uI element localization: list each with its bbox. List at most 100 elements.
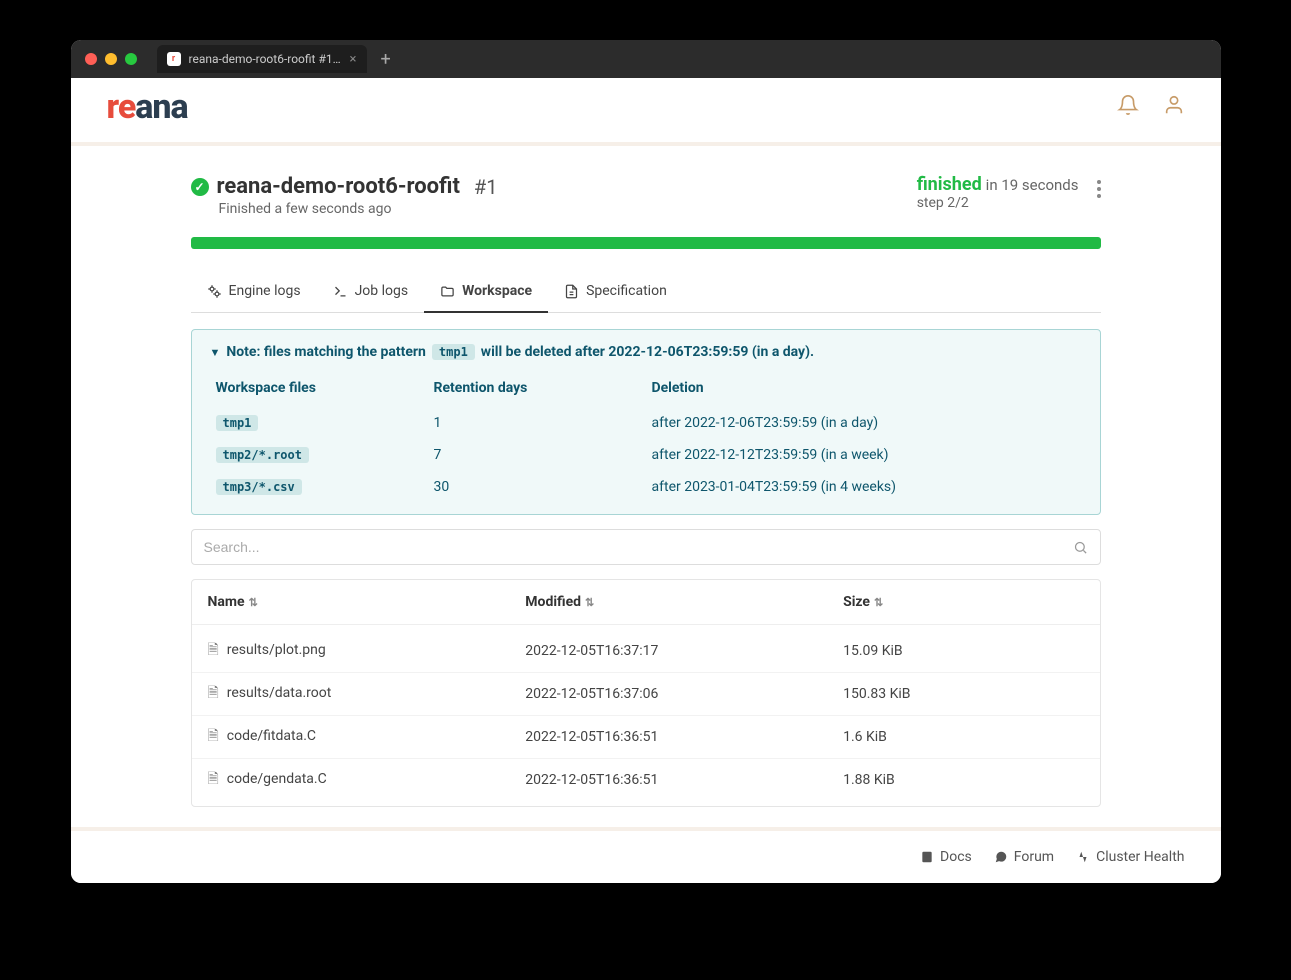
retention-table: Workspace files Retention days Deletion … bbox=[210, 372, 1082, 504]
tab-engine-logs-label: Engine logs bbox=[229, 283, 301, 299]
app-header: reana bbox=[71, 78, 1221, 146]
files-col-modified[interactable]: Modified⇅ bbox=[509, 580, 827, 625]
file-icon: 🗎 bbox=[208, 685, 219, 701]
footer-health-link[interactable]: Cluster Health bbox=[1076, 849, 1184, 865]
file-name: code/fitdata.C bbox=[227, 728, 316, 744]
tab-workspace[interactable]: Workspace bbox=[424, 273, 548, 313]
workflow-name: reana-demo-root6-roofit bbox=[217, 174, 460, 199]
tab-job-logs[interactable]: Job logs bbox=[317, 273, 425, 313]
window-close-button[interactable] bbox=[85, 53, 97, 65]
file-name: results/plot.png bbox=[227, 642, 326, 658]
files-col-name[interactable]: Name⇅ bbox=[192, 580, 510, 625]
docs-icon bbox=[920, 850, 934, 864]
new-tab-button[interactable]: + bbox=[371, 49, 401, 70]
retention-deletion: after 2022-12-12T23:59:59 (in a week) bbox=[648, 440, 1080, 470]
traffic-lights bbox=[85, 53, 137, 65]
file-modified: 2022-12-05T16:36:51 bbox=[509, 716, 827, 759]
file-size: 1.6 KiB bbox=[827, 716, 1099, 759]
window-zoom-button[interactable] bbox=[125, 53, 137, 65]
caret-down-icon: ▼ bbox=[210, 346, 221, 359]
status-step: step 2/2 bbox=[917, 195, 1079, 211]
retention-deletion: after 2023-01-04T23:59:59 (in 4 weeks) bbox=[648, 472, 1080, 502]
file-modified: 2022-12-05T16:37:17 bbox=[509, 625, 827, 673]
file-row[interactable]: 🗎 results/data.root 2022-12-05T16:37:06 1… bbox=[192, 673, 1100, 716]
forum-icon bbox=[994, 850, 1008, 864]
pattern-pill: tmp1 bbox=[216, 415, 259, 431]
file-icon: 🗎 bbox=[208, 642, 219, 658]
heartbeat-icon bbox=[1076, 850, 1090, 864]
file-icon: 🗎 bbox=[208, 728, 219, 744]
bell-icon[interactable] bbox=[1117, 94, 1139, 120]
retention-col-deletion: Deletion bbox=[648, 374, 1080, 406]
retention-row: tmp3/*.csv 30 after 2023-01-04T23:59:59 … bbox=[212, 472, 1080, 502]
titlebar: r reana-demo-root6-roofit #1 - lo × + bbox=[71, 40, 1221, 78]
status-duration: in 19 seconds bbox=[986, 176, 1079, 194]
file-size: 1.88 KiB bbox=[827, 759, 1099, 807]
search-box[interactable] bbox=[191, 529, 1101, 565]
favicon-icon: r bbox=[167, 52, 181, 66]
retention-days: 1 bbox=[430, 408, 646, 438]
retention-days: 7 bbox=[430, 440, 646, 470]
retention-row: tmp1 1 after 2022-12-06T23:59:59 (in a d… bbox=[212, 408, 1080, 438]
user-icon[interactable] bbox=[1163, 94, 1185, 120]
logo[interactable]: reana bbox=[107, 90, 188, 124]
detail-tabs: Engine logs Job logs Workspace Specifica… bbox=[191, 273, 1101, 313]
app: reana ✓ reana-demo-root6-roofit #1 bbox=[71, 78, 1221, 883]
workflow-title-block: ✓ reana-demo-root6-roofit #1 Finished a … bbox=[191, 174, 498, 217]
notice-pattern-pill: tmp1 bbox=[432, 344, 475, 360]
content: ✓ reana-demo-root6-roofit #1 Finished a … bbox=[71, 146, 1221, 827]
logo-part2: ana bbox=[135, 87, 187, 127]
file-name: results/data.root bbox=[227, 685, 332, 701]
file-name: code/gendata.C bbox=[227, 771, 327, 787]
retention-deletion: after 2022-12-06T23:59:59 (in a day) bbox=[648, 408, 1080, 438]
tab-close-icon[interactable]: × bbox=[350, 52, 357, 67]
file-icon: 🗎 bbox=[208, 771, 219, 787]
file-row[interactable]: 🗎 results/plot.png 2022-12-05T16:37:17 15… bbox=[192, 625, 1100, 673]
progress-bar bbox=[191, 237, 1101, 249]
window-minimize-button[interactable] bbox=[105, 53, 117, 65]
browser-window: r reana-demo-root6-roofit #1 - lo × + re… bbox=[71, 40, 1221, 883]
notice-suffix: will be deleted after 2022-12-06T23:59:5… bbox=[481, 344, 814, 360]
tab-specification[interactable]: Specification bbox=[548, 273, 683, 313]
retention-col-days: Retention days bbox=[430, 374, 646, 406]
pattern-pill: tmp3/*.csv bbox=[216, 479, 302, 495]
workflow-run-number: #1 bbox=[474, 175, 498, 199]
status-success-icon: ✓ bbox=[191, 178, 209, 196]
sort-icon: ⇅ bbox=[874, 596, 883, 609]
notice-toggle[interactable]: ▼ Note: files matching the pattern tmp1 … bbox=[210, 344, 1082, 360]
tab-specification-label: Specification bbox=[586, 283, 667, 299]
workflow-header: ✓ reana-demo-root6-roofit #1 Finished a … bbox=[191, 174, 1101, 217]
tab-workspace-label: Workspace bbox=[462, 283, 532, 299]
browser-tab[interactable]: r reana-demo-root6-roofit #1 - lo × bbox=[157, 45, 367, 73]
file-modified: 2022-12-05T16:37:06 bbox=[509, 673, 827, 716]
footer: Docs Forum Cluster Health bbox=[71, 827, 1221, 883]
retention-row: tmp2/*.root 7 after 2022-12-12T23:59:59 … bbox=[212, 440, 1080, 470]
sort-icon: ⇅ bbox=[585, 596, 594, 609]
file-row[interactable]: 🗎 code/fitdata.C 2022-12-05T16:36:51 1.6 … bbox=[192, 716, 1100, 759]
retention-days: 30 bbox=[430, 472, 646, 502]
pattern-pill: tmp2/*.root bbox=[216, 447, 309, 463]
footer-forum-link[interactable]: Forum bbox=[994, 849, 1054, 865]
retention-col-files: Workspace files bbox=[212, 374, 428, 406]
header-icons bbox=[1117, 94, 1185, 120]
file-size: 15.09 KiB bbox=[827, 625, 1099, 673]
tab-job-logs-label: Job logs bbox=[355, 283, 409, 299]
workflow-subtitle: Finished a few seconds ago bbox=[219, 201, 498, 217]
logo-part1: re bbox=[107, 87, 136, 127]
browser-tab-title: reana-demo-root6-roofit #1 - lo bbox=[189, 52, 342, 66]
more-menu-button[interactable] bbox=[1097, 174, 1101, 198]
search-input[interactable] bbox=[204, 539, 1073, 555]
sort-icon: ⇅ bbox=[249, 596, 258, 609]
retention-notice: ▼ Note: files matching the pattern tmp1 … bbox=[191, 329, 1101, 515]
workflow-status-block: finished in 19 seconds step 2/2 bbox=[917, 174, 1101, 211]
files-col-size[interactable]: Size⇅ bbox=[827, 580, 1099, 625]
file-row[interactable]: 🗎 code/gendata.C 2022-12-05T16:36:51 1.88… bbox=[192, 759, 1100, 807]
notice-prefix: Note: files matching the pattern bbox=[226, 344, 426, 360]
footer-docs-link[interactable]: Docs bbox=[920, 849, 972, 865]
files-panel: Name⇅ Modified⇅ Size⇅ 🗎results bbox=[191, 579, 1101, 807]
status-label: finished bbox=[917, 174, 982, 195]
file-size: 150.83 KiB bbox=[827, 673, 1099, 716]
tab-engine-logs[interactable]: Engine logs bbox=[191, 273, 317, 313]
file-modified: 2022-12-05T16:36:51 bbox=[509, 759, 827, 807]
browser-tab-strip: r reana-demo-root6-roofit #1 - lo × + bbox=[157, 45, 1207, 73]
